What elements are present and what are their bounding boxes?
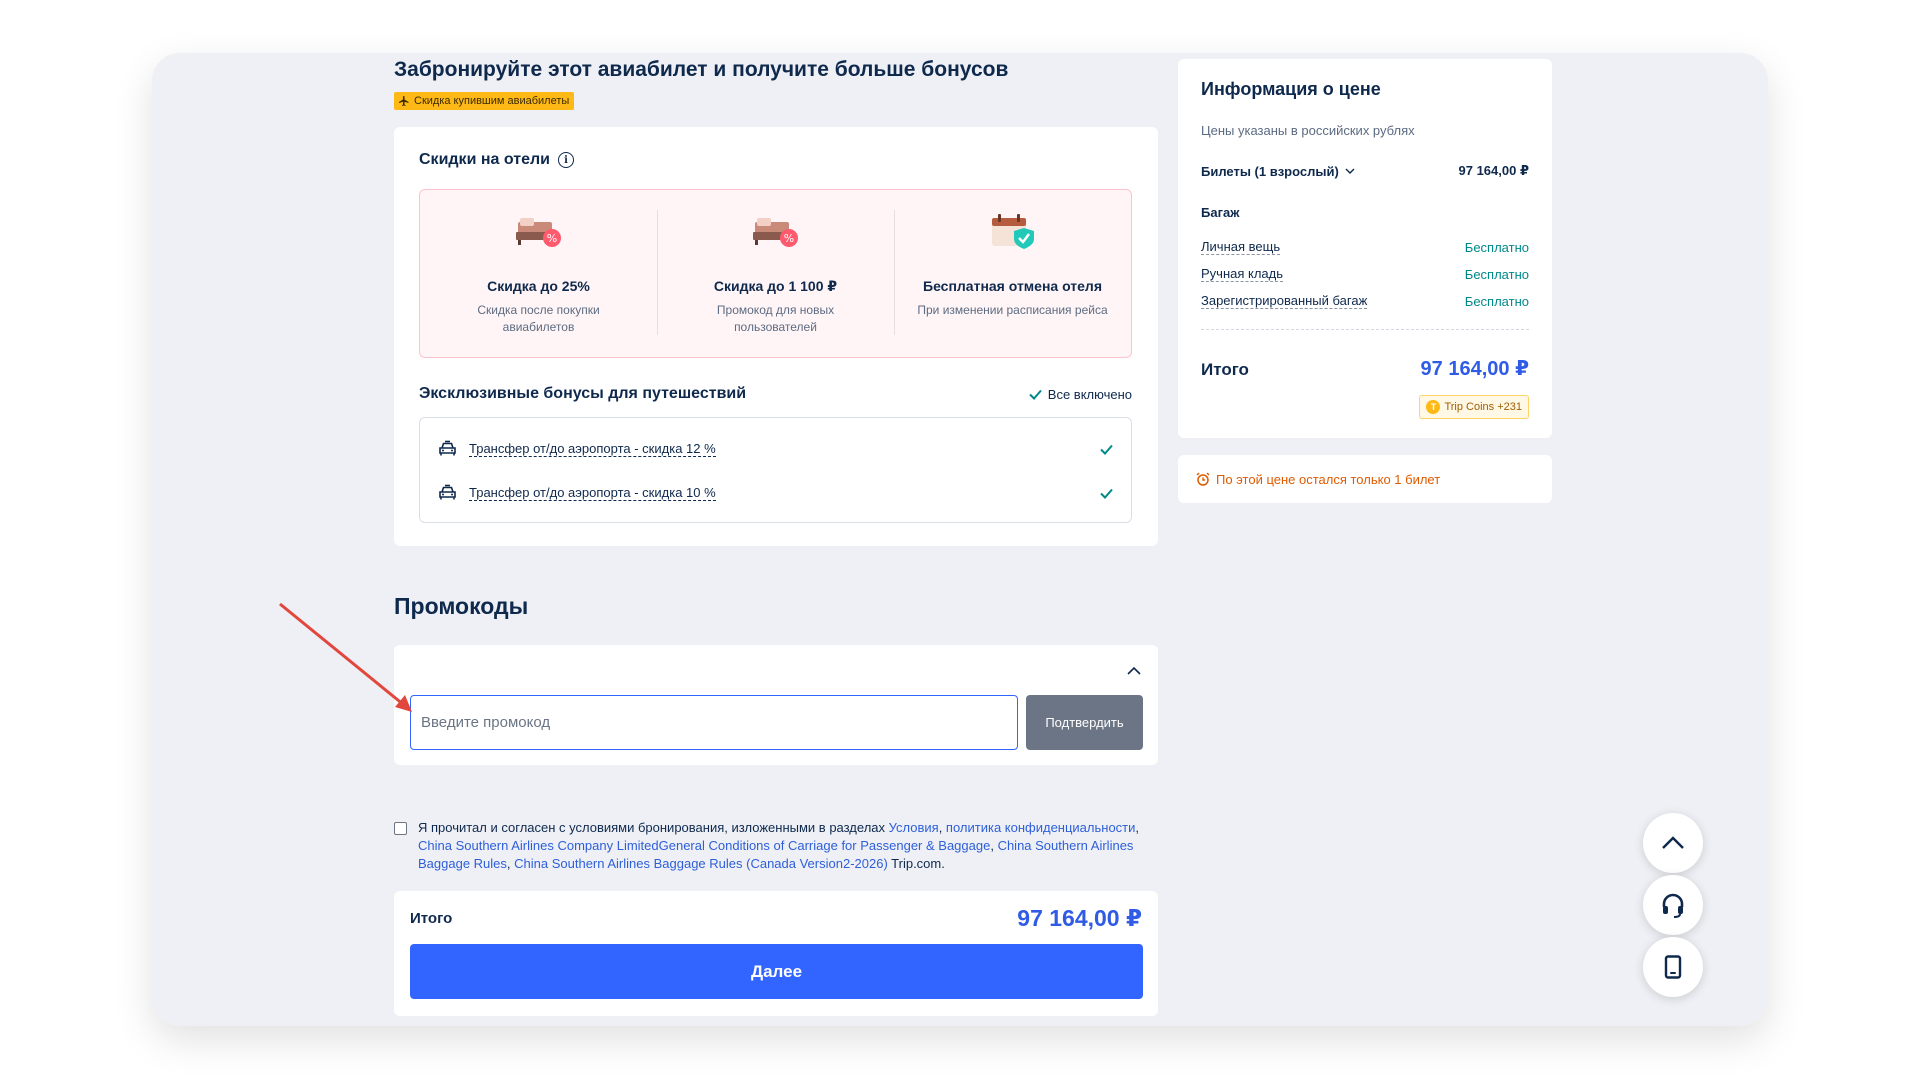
terms-prefix: Я прочитал и согласен с условиями бронир… <box>418 820 889 835</box>
exclusive-bonuses-list: Трансфер от/до аэропорта - скидка 12 % Т… <box>419 417 1132 523</box>
baggage-title: Багаж <box>1201 205 1240 220</box>
scroll-top-button[interactable] <box>1643 813 1703 873</box>
car-transfer-icon <box>439 484 456 500</box>
terms-sep: , <box>1135 820 1140 835</box>
baggage-label: Ручная кладь <box>1201 266 1284 282</box>
terms-link-baggage-rules-canada[interactable]: China Southern Airlines Baggage Rules (C… <box>514 856 888 871</box>
divider <box>1201 329 1529 330</box>
booking-promo-title: Забронируйте этот авиабилет и получите б… <box>394 58 1009 81</box>
airplane-icon <box>399 96 409 106</box>
perk-item: Бесплатная отмена отеля При изменении ра… <box>894 190 1131 357</box>
all-included-label: Все включено <box>1047 387 1132 402</box>
terms-suffix: Trip.com. <box>887 856 945 871</box>
trip-coins-label: Trip Coins +231 <box>1444 401 1522 413</box>
perk-title: Скидка до 25% <box>487 278 590 294</box>
perk-subtitle: Промокод для новых пользователей <box>716 303 835 334</box>
support-button[interactable] <box>1643 875 1703 935</box>
baggage-row: Зарегистрированный багаж Бесплатно <box>1201 293 1529 309</box>
price-total-value: 97 164,00 ₽ <box>1420 358 1529 380</box>
total-label: Итого <box>410 910 453 927</box>
baggage-value: Бесплатно <box>1464 239 1529 255</box>
baggage-row: Личная вещь Бесплатно <box>1201 239 1529 255</box>
promocodes-card: Подтвердить <box>394 645 1158 765</box>
availability-alert: По этой цене остался только 1 билет <box>1178 455 1552 503</box>
list-item[interactable]: Трансфер от/до аэропорта - скидка 10 % <box>438 482 1113 504</box>
tickets-label: Билеты (1 взрослый) <box>1201 164 1355 179</box>
car-transfer-icon <box>439 440 456 456</box>
chevron-down-icon[interactable] <box>1345 168 1355 175</box>
hotel-bed-discount-icon: % <box>515 218 561 247</box>
confirm-promo-button[interactable]: Подтвердить <box>1026 695 1143 750</box>
total-card: Итого 97 164,00 ₽ Далее <box>394 891 1158 1016</box>
price-total-label: Итого <box>1201 360 1249 379</box>
price-info-subtitle: Цены указаны в российских рублях <box>1201 123 1415 138</box>
check-icon <box>1029 389 1042 400</box>
terms-text: Я прочитал и согласен с условиями бронир… <box>394 819 1164 873</box>
price-info-title: Информация о цене <box>1201 79 1381 99</box>
headset-icon <box>1662 893 1684 918</box>
price-info-card: Информация о цене Цены указаны в российс… <box>1178 59 1552 438</box>
hotel-discounts-card: Скидки на отели i % Скидка до 25% Скидка… <box>394 127 1158 546</box>
info-icon[interactable]: i <box>557 152 574 168</box>
list-item[interactable]: Трансфер от/до аэропорта - скидка 12 % <box>438 438 1113 460</box>
check-icon <box>1100 444 1113 455</box>
hotel-discounts-header: Скидки на отели i <box>419 151 574 169</box>
all-included: Все включено <box>1029 387 1132 402</box>
baggage-value: Бесплатно <box>1464 293 1529 309</box>
tickets-price: 97 164,00 ₽ <box>1458 163 1530 178</box>
baggage-value: Бесплатно <box>1464 266 1529 282</box>
baggage-heading: Багаж <box>1201 205 1529 220</box>
terms-link-privacy[interactable]: политика конфиденциальности <box>946 820 1135 835</box>
hotel-perks: % Скидка до 25% Скидка после покупки ави… <box>419 189 1132 358</box>
perk-subtitle: При изменении расписания рейса <box>917 303 1108 317</box>
promo-tag-label: Скидка купившим авиабилеты <box>414 95 570 107</box>
chevron-up-icon <box>1662 836 1684 849</box>
next-button[interactable]: Далее <box>410 944 1143 999</box>
hotel-bed-discount-icon: % <box>752 218 798 247</box>
tickets-label-text: Билеты (1 взрослый) <box>1201 163 1339 179</box>
perk-title: Скидка до 1 100 ₽ <box>713 278 838 294</box>
terms-checkbox[interactable] <box>394 822 407 835</box>
alarm-clock-icon <box>1196 472 1210 486</box>
terms-link-carriage[interactable]: China Southern Airlines Company LimitedG… <box>418 838 990 853</box>
baggage-label: Личная вещь <box>1201 239 1281 255</box>
perk-item: % Скидка до 1 100 ₽ Промокод для новых п… <box>657 190 894 357</box>
terms-link-conditions[interactable]: Условия <box>889 820 939 835</box>
trip-coins-badge: T Trip Coins +231 <box>1419 395 1529 419</box>
tickets-row[interactable]: Билеты (1 взрослый) 97 164,00 ₽ <box>1201 163 1529 179</box>
mobile-app-button[interactable] <box>1643 937 1703 997</box>
coin-icon: T <box>1426 400 1441 414</box>
page-frame: Забронируйте этот авиабилет и получите б… <box>152 53 1768 1026</box>
transfer-label: Трансфер от/до аэропорта - скидка 10 % <box>469 485 716 501</box>
hotel-discounts-title: Скидки на отели <box>419 151 550 168</box>
transfer-label: Трансфер от/до аэропорта - скидка 12 % <box>469 441 716 457</box>
svg-text:%: % <box>546 232 556 245</box>
promo-code-input[interactable] <box>410 695 1018 750</box>
perk-item: % Скидка до 25% Скидка после покупки ави… <box>420 190 657 357</box>
mobile-phone-icon <box>1664 955 1682 979</box>
availability-alert-text: По этой цене остался только 1 билет <box>1216 471 1441 487</box>
baggage-label: Зарегистрированный багаж <box>1201 293 1368 309</box>
terms-sep: , <box>990 838 998 853</box>
svg-text:%: % <box>783 232 793 245</box>
check-icon <box>1100 488 1113 499</box>
total-price: 97 164,00 ₽ <box>1017 905 1142 931</box>
chevron-up-icon[interactable] <box>1126 663 1142 679</box>
promo-tag: Скидка купившим авиабилеты <box>394 92 575 110</box>
promocodes-title: Промокоды <box>394 593 529 619</box>
calendar-check-icon <box>991 214 1034 249</box>
terms-agreement: Я прочитал и согласен с условиями бронир… <box>394 819 1164 873</box>
terms-sep: , <box>938 820 946 835</box>
exclusive-bonuses-title: Эксклюзивные бонусы для путешествий <box>419 385 747 402</box>
perk-subtitle: Скидка после покупки авиабилетов <box>477 303 600 334</box>
perk-title: Бесплатная отмена отеля <box>923 278 1102 294</box>
baggage-row: Ручная кладь Бесплатно <box>1201 266 1529 282</box>
